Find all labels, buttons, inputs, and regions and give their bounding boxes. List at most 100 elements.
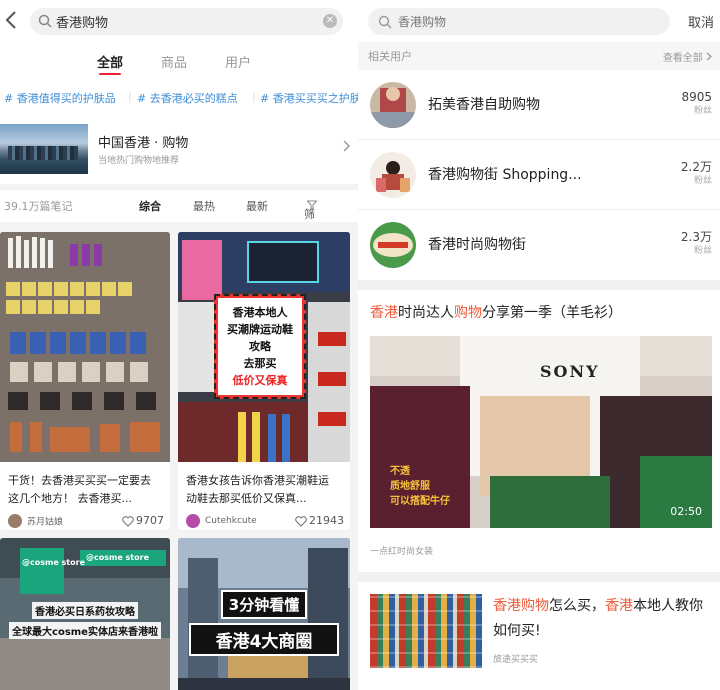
caption-line: 去那买 — [243, 357, 277, 370]
topic-tag[interactable]: # 去香港必买的糕点 — [137, 90, 238, 106]
heart-icon — [295, 515, 307, 527]
video-thumbnail[interactable]: SONY 不透 质地舒服 可以搭配牛仔 02:50 — [370, 336, 712, 528]
title-highlight: 香港 — [370, 305, 398, 321]
caption-line: 不透 — [390, 466, 410, 477]
caption-line: 攻略 — [249, 340, 271, 353]
hong-kong-skyline-image — [0, 124, 88, 174]
related-users-header: 相关用户 查看全部 — [358, 42, 720, 70]
topic-tag[interactable]: # 香港买买买之护肤 — [260, 90, 358, 106]
caption-line: 可以搭配牛仔 — [390, 496, 450, 507]
tab-products[interactable]: 商品 — [161, 52, 187, 71]
caption-line: 质地舒服 — [390, 481, 430, 492]
note-card[interactable]: 3分钟看懂 香港4大商圈 — [178, 538, 350, 690]
fan-number: 8905 — [681, 90, 712, 104]
view-all-label: 查看全部 — [662, 53, 703, 64]
store-sign: @cosme store — [22, 558, 85, 567]
author-name: 苏月姑娘 — [27, 517, 64, 528]
cosme-caption: 香港必买日系药妆攻略 全球最大cosme实体店来香港啦 — [2, 600, 168, 640]
caption-line: 3分钟看懂 — [220, 590, 308, 619]
user-name: 香港购物街 Shopping... — [428, 167, 582, 183]
note-author[interactable]: 苏月姑娘 — [8, 514, 63, 530]
place-name: 中国香港 · 购物 — [98, 136, 189, 151]
caption-line: 低价又保真 — [232, 374, 288, 387]
heart-icon — [122, 515, 134, 527]
sort-newest[interactable]: 最新 — [246, 198, 268, 214]
note-title: 香港女孩告诉你香港买潮鞋运动鞋去那买低价又保真... — [186, 474, 329, 505]
cancel-button[interactable]: 取消 — [688, 12, 714, 31]
note-image-cosme-store: @cosme store @cosme store 香港必买日系药妆攻略 全球最… — [0, 538, 170, 690]
title-text: 分享第一季（羊毛衫） — [482, 305, 622, 321]
shirt-print: SONY — [540, 362, 600, 381]
title-text: 怎么买， — [549, 598, 605, 614]
sort-comprehensive[interactable]: 综合 — [139, 198, 161, 214]
filter-button[interactable]: 筛选 — [304, 198, 318, 237]
like-button[interactable]: 9707 — [122, 514, 164, 527]
sort-hottest[interactable]: 最热 — [193, 198, 215, 214]
avatar — [8, 514, 22, 528]
search-input[interactable]: 香港购物 ✕ — [30, 8, 343, 35]
note-image-sneakers: 香港本地人 买潮牌运动鞋 攻略 去那买 低价又保真 — [178, 232, 350, 462]
user-row[interactable]: 香港时尚购物街 2.3万粉丝 — [358, 210, 720, 280]
caption-line: 买潮牌运动鞋 — [227, 323, 293, 336]
tag-separator: | — [128, 90, 132, 103]
note-card[interactable]: @cosme store @cosme store 香港必买日系药妆攻略 全球最… — [0, 538, 170, 690]
article-title: 香港购物怎么买，香港本地人教你如何买! — [493, 594, 713, 644]
sort-bar: 39.1万篇笔记 综合 最热 最新 筛选 — [0, 190, 358, 237]
like-button[interactable]: 21943 — [295, 514, 344, 527]
video-card[interactable]: 香港时尚达人购物分享第一季（羊毛衫） SONY 不透 质地舒服 可以搭配牛仔 0… — [358, 290, 720, 572]
title-highlight: 购物 — [454, 305, 482, 321]
user-name: 香港时尚购物街 — [428, 237, 526, 253]
topic-tags: # 香港值得买的护肤品 | # 去香港必买的糕点 | # 香港买买买之护肤 — [0, 90, 358, 110]
left-screen: 香港购物 ✕ 全部 商品 用户 # 香港值得买的护肤品 | # 去香港必买的糕点… — [0, 0, 358, 690]
avatar — [186, 514, 200, 528]
title-text: 时尚达人 — [398, 305, 454, 321]
place-card[interactable]: 中国香港 · 购物 当地热门购物地推荐 — [0, 124, 358, 176]
clear-icon[interactable]: ✕ — [323, 14, 337, 28]
fan-label: 粉丝 — [693, 246, 712, 256]
fan-label: 粉丝 — [693, 176, 712, 186]
title-highlight: 香港购物 — [493, 598, 549, 614]
related-users-label: 相关用户 — [368, 50, 412, 63]
note-image-cosmetics — [0, 232, 170, 462]
topic-tag[interactable]: # 香港值得买的护肤品 — [4, 90, 116, 106]
note-author[interactable]: Cutehkcute — [186, 514, 257, 530]
search-icon — [378, 14, 392, 33]
chevron-right-icon — [706, 52, 712, 61]
author-name: Cutehkcute — [205, 516, 257, 526]
avatar — [370, 222, 416, 268]
title-highlight: 香港 — [605, 598, 633, 614]
fan-number: 2.2万 — [680, 160, 712, 174]
user-row[interactable]: 拓美香港自助购物 8905 粉丝 — [358, 70, 720, 140]
note-title: 干货！去香港买买买一定要去这几个地方！ 去香港买... — [8, 474, 151, 505]
article-card[interactable]: 香港购物怎么买，香港本地人教你如何买! 旅途买买买 — [358, 582, 720, 690]
caption-line: 香港本地人 — [232, 306, 288, 319]
fan-count: 2.3万粉丝 — [681, 230, 712, 258]
caption-line: 香港4大商圈 — [189, 623, 339, 656]
fan-number: 2.3万 — [680, 230, 712, 244]
note-count: 39.1万篇笔记 — [4, 200, 73, 213]
tag-separator: | — [252, 90, 256, 103]
back-icon[interactable] — [4, 10, 26, 32]
video-caption: 不透 质地舒服 可以搭配牛仔 — [390, 464, 450, 509]
districts-caption: 3分钟看懂 香港4大商圈 — [178, 590, 350, 656]
user-row[interactable]: 香港购物街 Shopping... 2.2万粉丝 — [358, 140, 720, 210]
video-source: 一点红时尚女装 — [370, 547, 434, 557]
video-duration: 02:50 — [670, 505, 702, 518]
search-query: 香港购物 — [56, 16, 109, 31]
search-input[interactable]: 香港购物 — [368, 8, 670, 35]
note-card[interactable]: 干货！去香港买买买一定要去这几个地方！ 去香港买... 苏月姑娘 9707 — [0, 232, 170, 530]
view-all-link[interactable]: 查看全部 — [663, 49, 712, 64]
avatar — [370, 152, 416, 198]
avatar — [370, 82, 416, 128]
note-card[interactable]: 香港本地人 买潮牌运动鞋 攻略 去那买 低价又保真 香港女孩告诉你香港买潮鞋运动… — [178, 232, 350, 530]
tab-all[interactable]: 全部 — [97, 52, 123, 75]
search-header: 香港购物 取消 — [358, 0, 720, 42]
notes-feed: 干货！去香港买买买一定要去这几个地方！ 去香港买... 苏月姑娘 9707 香港… — [0, 222, 358, 690]
store-sign: @cosme store — [86, 553, 149, 562]
fan-count: 2.2万粉丝 — [681, 160, 712, 188]
tab-users[interactable]: 用户 — [225, 52, 251, 71]
related-users-list: 拓美香港自助购物 8905 粉丝 香港购物街 Shopping... 2.2万 粉丝… — [358, 70, 720, 280]
like-count: 9707 — [136, 514, 164, 527]
chevron-right-icon — [342, 140, 351, 156]
user-name: 拓美香港自助购物 — [428, 97, 540, 113]
